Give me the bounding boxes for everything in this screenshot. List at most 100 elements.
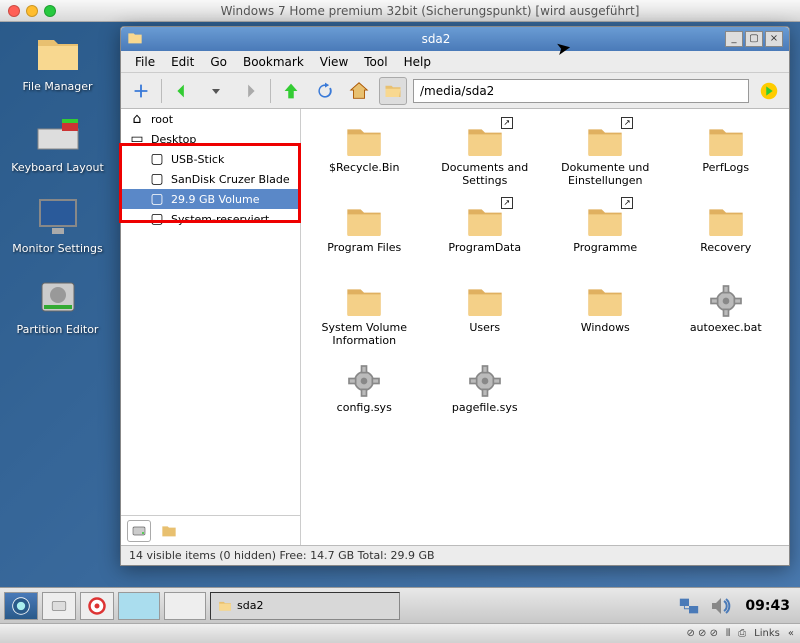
sidebar-item-label: System-reserviert — [171, 213, 269, 226]
network-icon[interactable] — [675, 592, 703, 620]
taskbar-window-label: sda2 — [237, 599, 263, 612]
desktop-icon-file-manager[interactable]: File Manager — [10, 30, 105, 93]
folder-icon — [340, 201, 388, 241]
shortcut-badge: ↗ — [621, 117, 633, 129]
sidebar-bottom-toolbar — [121, 515, 300, 545]
tray-usb-icon[interactable]: ⎙ — [738, 628, 746, 639]
sidebar-item-usb-stick[interactable]: ▢USB-Stick — [121, 149, 300, 169]
file-item[interactable]: Users — [426, 277, 545, 351]
desktop-icon-partition-editor[interactable]: Partition Editor — [10, 273, 105, 336]
menu-tool[interactable]: Tool — [356, 53, 395, 71]
open-folder-button[interactable] — [379, 77, 407, 105]
taskbar-app-button[interactable] — [80, 592, 114, 620]
mac-minimize-button[interactable] — [26, 5, 38, 17]
file-item[interactable]: ↗Documents and Settings — [426, 117, 545, 191]
taskbar-pager-1[interactable] — [118, 592, 160, 620]
file-item[interactable]: Recovery — [667, 197, 786, 271]
folder-icon — [702, 201, 750, 241]
drive-icon: ▢ — [149, 151, 165, 167]
reload-button[interactable] — [311, 77, 339, 105]
mac-zoom-button[interactable] — [44, 5, 56, 17]
desktop-icon-label: Partition Editor — [17, 323, 99, 336]
up-button[interactable] — [277, 77, 305, 105]
menu-bookmark[interactable]: Bookmark — [235, 53, 312, 71]
file-item[interactable]: PerfLogs — [667, 117, 786, 191]
menu-go[interactable]: Go — [202, 53, 235, 71]
sidebar-item-label: root — [151, 113, 173, 126]
desktop-icon-monitor-settings[interactable]: Monitor Settings — [10, 192, 105, 255]
folder-button[interactable] — [157, 520, 181, 542]
folder-icon — [340, 121, 388, 161]
tray-disk-icon[interactable]: ⊘ ⊘ ⊘ — [686, 628, 718, 639]
sidebar-item-desktop[interactable]: ▭Desktop — [121, 129, 300, 149]
close-button[interactable]: × — [765, 31, 783, 47]
new-tab-button[interactable] — [127, 77, 155, 105]
sidebar-item-root[interactable]: ⌂ root — [121, 109, 300, 129]
start-menu-button[interactable] — [4, 592, 38, 620]
file-item-label: config.sys — [337, 401, 392, 427]
file-item[interactable]: config.sys — [305, 357, 424, 431]
mac-close-button[interactable] — [8, 5, 20, 17]
file-item-label: PerfLogs — [702, 161, 749, 187]
drive-icon: ▢ — [149, 191, 165, 207]
folder-icon: ↗ — [461, 121, 509, 161]
drive-icon: ▢ — [149, 171, 165, 187]
sidebar-item-sandisk[interactable]: ▢SanDisk Cruzer Blade — [121, 169, 300, 189]
shortcut-badge: ↗ — [501, 117, 513, 129]
file-manager-window: sda2 _ ▢ × File Edit Go Bookmark View To… — [120, 26, 790, 566]
window-titlebar[interactable]: sda2 _ ▢ × — [121, 27, 789, 51]
forward-button[interactable] — [236, 77, 264, 105]
menu-edit[interactable]: Edit — [163, 53, 202, 71]
drive-icon: ▢ — [149, 211, 165, 227]
maximize-button[interactable]: ▢ — [745, 31, 763, 47]
taskbar: sda2 09:43 — [0, 587, 800, 623]
sidebar-item-label: Desktop — [151, 133, 196, 146]
sidebar: ⌂ root ▭Desktop ▢USB-Stick ▢SanDisk Cruze… — [121, 109, 301, 545]
desktop-icon-keyboard-layout[interactable]: Keyboard Layout — [10, 111, 105, 174]
sidebar-item-volume[interactable]: ▢ 29.9 GB Volume — [121, 189, 300, 209]
desktop-icon-label: Keyboard Layout — [11, 161, 104, 174]
file-item[interactable]: ↗Programme — [546, 197, 665, 271]
clock[interactable]: 09:43 — [739, 598, 796, 614]
menubar: File Edit Go Bookmark View Tool Help — [121, 51, 789, 73]
home-icon: ⌂ — [129, 111, 145, 127]
taskbar-window-button[interactable]: sda2 — [210, 592, 400, 620]
separator — [161, 79, 162, 103]
sidebar-item-system-reserviert[interactable]: ▢ System-reserviert — [121, 209, 300, 229]
statusbar: 14 visible items (0 hidden) Free: 14.7 G… — [121, 545, 789, 565]
volume-icon[interactable] — [707, 592, 735, 620]
file-item[interactable]: ↗Dokumente und Einstellungen — [546, 117, 665, 191]
minimize-button[interactable]: _ — [725, 31, 743, 47]
go-button[interactable] — [755, 77, 783, 105]
taskbar-drive-button[interactable] — [42, 592, 76, 620]
file-item[interactable]: ↗ProgramData — [426, 197, 545, 271]
keyboard-icon — [34, 111, 82, 159]
tray-links[interactable]: Links — [754, 628, 780, 639]
tray-menu-icon[interactable]: « — [788, 628, 794, 639]
host-titlebar: Windows 7 Home premium 32bit (Sicherungs… — [0, 0, 800, 22]
disk-icon — [34, 273, 82, 321]
menu-help[interactable]: Help — [396, 53, 439, 71]
history-dropdown[interactable] — [202, 77, 230, 105]
home-button[interactable] — [345, 77, 373, 105]
file-item[interactable]: Windows — [546, 277, 665, 351]
file-item-label: Recovery — [700, 241, 751, 267]
file-item[interactable]: $Recycle.Bin — [305, 117, 424, 191]
sidebar-item-label: 29.9 GB Volume — [171, 193, 259, 206]
file-item[interactable]: autoexec.bat — [667, 277, 786, 351]
menu-view[interactable]: View — [312, 53, 356, 71]
taskbar-pager-2[interactable] — [164, 592, 206, 620]
file-item[interactable]: Program Files — [305, 197, 424, 271]
path-input[interactable] — [413, 79, 749, 103]
file-item-label: ProgramData — [448, 241, 521, 267]
file-item-label: $Recycle.Bin — [329, 161, 399, 187]
menu-file[interactable]: File — [127, 53, 163, 71]
file-grid[interactable]: $Recycle.Bin ↗Documents and Settings↗Doku… — [301, 109, 789, 545]
file-item[interactable]: System Volume Information — [305, 277, 424, 351]
tray-signal-icon[interactable]: ⫴ — [726, 628, 730, 639]
gear-icon — [340, 361, 388, 401]
file-item[interactable]: pagefile.sys — [426, 357, 545, 431]
back-button[interactable] — [168, 77, 196, 105]
drive-button[interactable] — [127, 520, 151, 542]
gear-icon — [461, 361, 509, 401]
